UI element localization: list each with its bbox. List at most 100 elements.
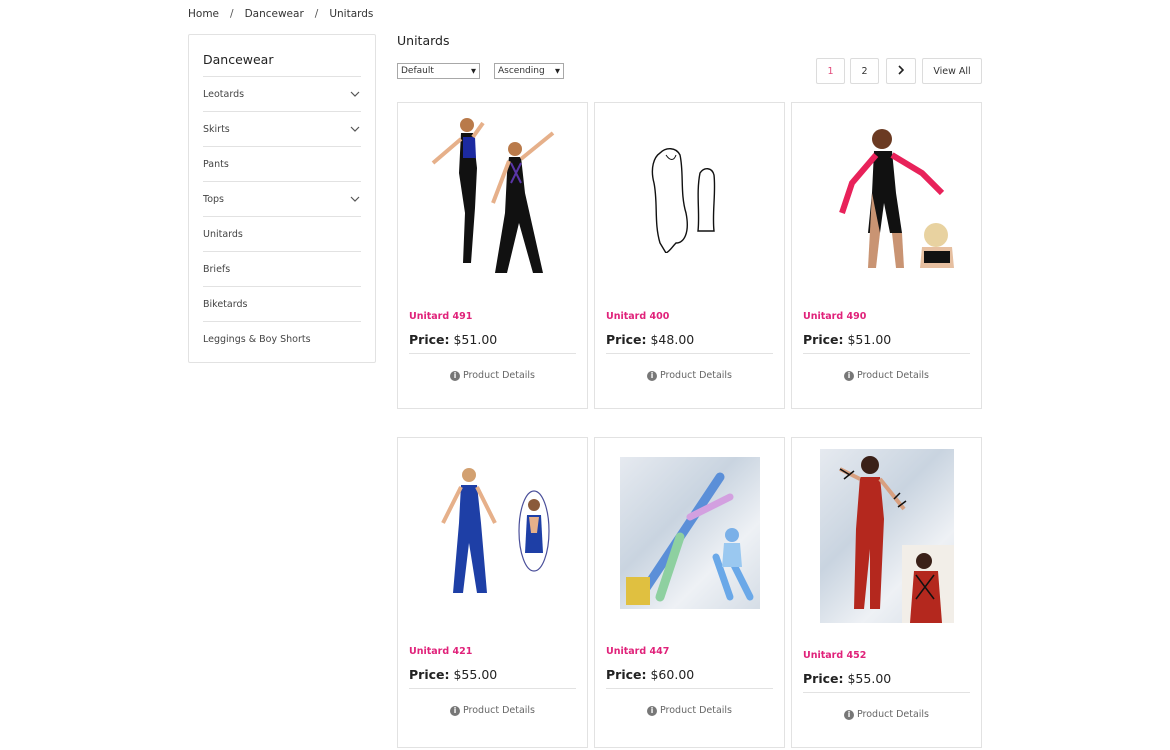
sidebar-item-pants[interactable]: Pants	[203, 147, 361, 182]
product-details-link[interactable]: i Product Details	[398, 705, 587, 716]
product-name[interactable]: Unitard 491	[409, 311, 472, 322]
chevron-right-icon	[898, 64, 905, 78]
sidebar-item-skirts[interactable]: Skirts	[203, 112, 361, 147]
product-card[interactable]: Unitard 491 Price: $51.00 i Product Deta…	[397, 102, 588, 409]
sidebar-item-leggings-boy-shorts[interactable]: Leggings & Boy Shorts	[203, 322, 361, 357]
sidebar-item-unitards[interactable]: Unitards	[203, 217, 361, 252]
product-card[interactable]: Unitard 452 Price: $55.00 i Product Deta…	[791, 437, 982, 748]
dropdown-arrow-icon: ▼	[471, 67, 476, 75]
product-name[interactable]: Unitard 421	[409, 646, 472, 657]
sidebar-item-label: Briefs	[203, 263, 231, 275]
breadcrumb-dancewear-link[interactable]: Dancewear	[245, 8, 304, 20]
product-image[interactable]	[398, 103, 587, 293]
divider	[803, 692, 970, 693]
product-details-link[interactable]: i Product Details	[792, 709, 981, 720]
chevron-down-icon[interactable]	[349, 193, 361, 205]
product-name[interactable]: Unitard 490	[803, 311, 866, 322]
dropdown-arrow-icon: ▼	[555, 67, 560, 75]
info-icon: i	[843, 370, 854, 381]
sidebar-item-label: Leggings & Boy Shorts	[203, 334, 311, 345]
product-image[interactable]	[792, 438, 981, 634]
product-image[interactable]	[595, 103, 784, 293]
sidebar-item-tops[interactable]: Tops	[203, 182, 361, 217]
product-price: Price: $55.00	[409, 667, 497, 682]
product-price: Price: $51.00	[409, 332, 497, 347]
divider	[606, 353, 773, 354]
page-2-button[interactable]: 2	[850, 58, 879, 84]
breadcrumb-current: Unitards	[329, 8, 374, 20]
product-details-label: Product Details	[659, 370, 733, 381]
order-select-value: Ascending	[498, 66, 545, 76]
product-details-link[interactable]: i Product Details	[792, 370, 981, 381]
next-page-button[interactable]	[886, 58, 916, 84]
price-label: Price:	[409, 332, 450, 347]
price-value: $60.00	[650, 667, 695, 682]
breadcrumb-home-link[interactable]: Home	[188, 8, 219, 20]
chevron-down-icon[interactable]	[349, 88, 361, 100]
price-label: Price:	[803, 671, 844, 686]
info-icon: i	[843, 709, 854, 720]
price-label: Price:	[606, 667, 647, 682]
product-details-link[interactable]: i Product Details	[398, 370, 587, 381]
price-value: $51.00	[453, 332, 498, 347]
sort-select[interactable]: Default ▼	[397, 63, 480, 79]
product-card[interactable]: Unitard 447 Price: $60.00 i Product Deta…	[594, 437, 785, 748]
breadcrumb: Home / Dancewear / Unitards	[188, 8, 373, 20]
sidebar-item-label: Skirts	[203, 123, 230, 135]
sidebar-item-label: Tops	[203, 193, 224, 205]
price-value: $51.00	[847, 332, 892, 347]
product-card[interactable]: Unitard 490 Price: $51.00 i Product Deta…	[791, 102, 982, 409]
product-details-label: Product Details	[856, 709, 930, 720]
price-label: Price:	[606, 332, 647, 347]
sort-select-value: Default	[401, 66, 434, 76]
sidebar-title: Dancewear	[203, 35, 361, 77]
page-1-button[interactable]: 1	[816, 58, 845, 84]
price-label: Price:	[803, 332, 844, 347]
view-all-button[interactable]: View All	[922, 58, 982, 84]
page-title: Unitards	[397, 33, 450, 48]
product-details-label: Product Details	[462, 705, 536, 716]
sidebar-item-label: Leotards	[203, 88, 245, 100]
order-select[interactable]: Ascending ▼	[494, 63, 564, 79]
divider	[803, 353, 970, 354]
sidebar-item-label: Unitards	[203, 228, 243, 240]
sidebar-item-biketards[interactable]: Biketards	[203, 287, 361, 322]
price-value: $55.00	[847, 671, 892, 686]
price-value: $55.00	[453, 667, 498, 682]
price-label: Price:	[409, 667, 450, 682]
product-details-label: Product Details	[659, 705, 733, 716]
product-card[interactable]: Unitard 400 Price: $48.00 i Product Deta…	[594, 102, 785, 409]
price-value: $48.00	[650, 332, 695, 347]
product-image[interactable]	[398, 438, 587, 628]
info-icon: i	[646, 705, 657, 716]
divider	[409, 353, 576, 354]
breadcrumb-separator: /	[230, 8, 234, 20]
product-name[interactable]: Unitard 400	[606, 311, 669, 322]
product-photo	[619, 457, 760, 609]
category-list: Leotards Skirts Pants Tops Unitards Brie…	[203, 77, 361, 357]
product-image[interactable]	[595, 438, 784, 628]
divider	[606, 688, 773, 689]
product-price: Price: $60.00	[606, 667, 694, 682]
category-sidebar: Dancewear Leotards Skirts Pants Tops Uni…	[188, 34, 376, 363]
breadcrumb-separator: /	[314, 8, 319, 20]
product-image[interactable]	[792, 103, 981, 293]
product-details-label: Product Details	[462, 370, 536, 381]
product-price: Price: $51.00	[803, 332, 891, 347]
sidebar-item-briefs[interactable]: Briefs	[203, 252, 361, 287]
sidebar-item-leotards[interactable]: Leotards	[203, 77, 361, 112]
product-photo	[819, 449, 954, 623]
chevron-down-icon[interactable]	[349, 123, 361, 135]
divider	[409, 688, 576, 689]
info-icon: i	[449, 705, 460, 716]
info-icon: i	[449, 370, 460, 381]
product-name[interactable]: Unitard 452	[803, 650, 866, 661]
product-card[interactable]: Unitard 421 Price: $55.00 i Product Deta…	[397, 437, 588, 748]
product-price: Price: $48.00	[606, 332, 694, 347]
product-details-label: Product Details	[856, 370, 930, 381]
product-details-link[interactable]: i Product Details	[595, 705, 784, 716]
product-name[interactable]: Unitard 447	[606, 646, 669, 657]
sidebar-item-label: Pants	[203, 158, 229, 170]
product-details-link[interactable]: i Product Details	[595, 370, 784, 381]
sidebar-item-label: Biketards	[203, 298, 248, 310]
